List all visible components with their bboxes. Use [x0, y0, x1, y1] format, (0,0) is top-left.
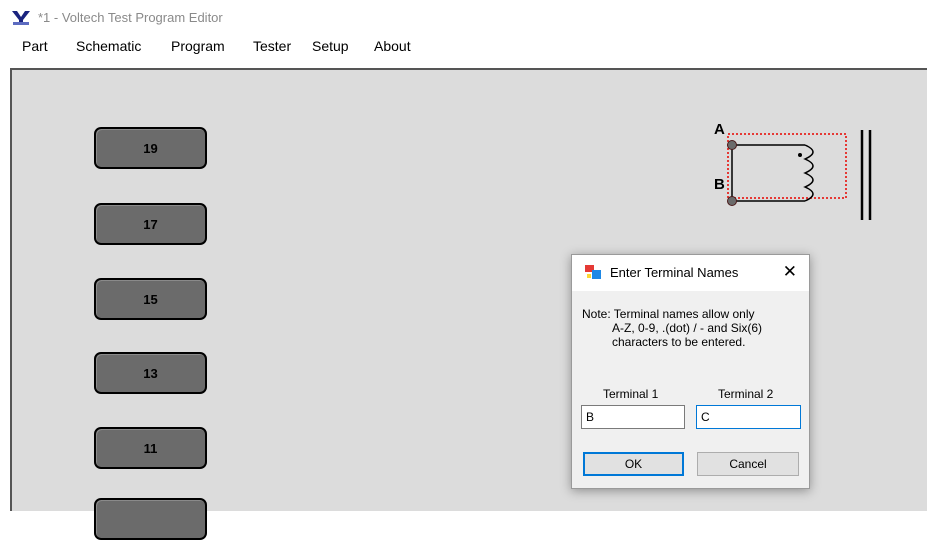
dialog-title-bar[interactable]: Enter Terminal Names ✕ — [572, 255, 809, 291]
terminal-2-input[interactable] — [696, 405, 801, 429]
ok-button[interactable]: OK — [583, 452, 684, 476]
note-line-2: A-Z, 0-9, .(dot) / - and Six(6) — [612, 321, 763, 335]
pin-label: 17 — [143, 216, 158, 232]
menu-tester[interactable]: Tester — [253, 38, 291, 54]
pin-label: 13 — [143, 365, 158, 381]
inductor-winding-symbol — [727, 130, 872, 220]
menu-program[interactable]: Program — [171, 38, 225, 54]
menu-part[interactable]: Part — [22, 38, 48, 54]
dialog-app-icon — [585, 265, 601, 279]
window-title: *1 - Voltech Test Program Editor — [38, 10, 223, 25]
pin-button-partial[interactable] — [94, 498, 207, 540]
menu-setup[interactable]: Setup — [312, 38, 349, 54]
close-icon[interactable]: ✕ — [783, 262, 797, 282]
terminal-1-input[interactable] — [581, 405, 685, 429]
dialog-title: Enter Terminal Names — [610, 265, 739, 280]
pin-label: 11 — [143, 440, 158, 456]
terminal-1-label: Terminal 1 — [603, 387, 659, 401]
cancel-button[interactable]: Cancel — [697, 452, 799, 476]
menu-schematic[interactable]: Schematic — [76, 38, 141, 54]
dialog-note: Note: Terminal names allow only A-Z, 0-9… — [582, 307, 762, 349]
pin-label: 19 — [143, 140, 158, 156]
terminal-2-label: Terminal 2 — [718, 387, 774, 401]
title-bar: *1 - Voltech Test Program Editor — [0, 0, 927, 34]
pin-button-13[interactable]: 13 — [94, 352, 207, 394]
pin-button-17[interactable]: 17 — [94, 203, 207, 245]
pin-button-19[interactable]: 19 — [94, 127, 207, 169]
menu-bar: Part Schematic Program Tester Setup Abou… — [0, 34, 927, 60]
menu-about[interactable]: About — [374, 38, 411, 54]
pin-label: 15 — [143, 291, 158, 307]
note-line-3: characters to be entered. — [612, 335, 746, 349]
pin-button-11[interactable]: 11 — [94, 427, 207, 469]
note-line-1: Note: Terminal names allow only — [582, 307, 755, 321]
pin-button-15[interactable]: 15 — [94, 278, 207, 320]
winding-schematic[interactable]: A B — [712, 120, 892, 230]
enter-terminal-names-dialog: Enter Terminal Names ✕ Note: Terminal na… — [571, 254, 810, 489]
voltech-app-icon — [12, 11, 30, 25]
